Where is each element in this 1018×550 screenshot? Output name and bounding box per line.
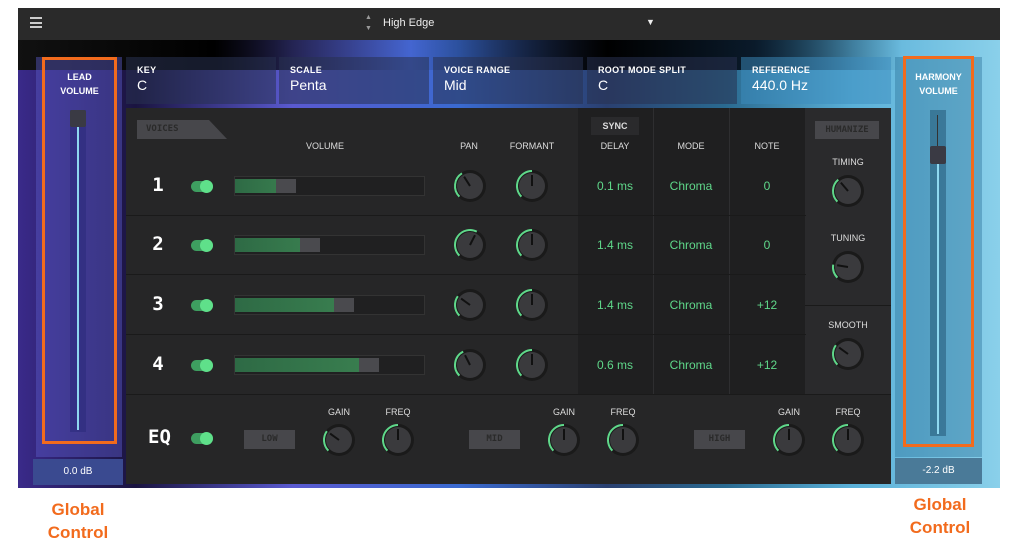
lead-volume-slider[interactable]: [70, 110, 86, 432]
eq-band-high-button[interactable]: HIGH: [694, 430, 745, 449]
delay-value[interactable]: 0.1 ms: [577, 179, 653, 193]
pan-knob[interactable]: [450, 285, 490, 325]
root-mode-split-value: C: [598, 77, 609, 93]
tuning-knob[interactable]: [828, 247, 868, 287]
eq-band-low-button[interactable]: LOW: [244, 430, 295, 449]
timing-label: TIMING: [832, 157, 864, 167]
global-control-annotation-left: Global Control: [47, 500, 109, 542]
pan-knob[interactable]: [450, 225, 490, 265]
scale-value: Penta: [290, 77, 327, 93]
voice-range-value: Mid: [444, 77, 467, 93]
mode-value[interactable]: Chroma: [653, 179, 729, 193]
eq-freq-knob[interactable]: [828, 420, 868, 460]
delay-value[interactable]: 1.4 ms: [577, 238, 653, 252]
volume-header: VOLUME: [305, 141, 344, 151]
tuning-label: TUNING: [830, 233, 866, 243]
voice-toggle[interactable]: [191, 239, 213, 252]
lead-volume-value[interactable]: 0.0 dB: [33, 459, 123, 485]
lead-volume-label: LEAD VOLUME: [60, 72, 99, 96]
voice-toggle[interactable]: [191, 359, 213, 372]
slider-handle[interactable]: [70, 110, 86, 127]
slider-handle[interactable]: [930, 146, 946, 164]
eq-gain-knob[interactable]: [544, 420, 584, 460]
eq-toggle[interactable]: [191, 432, 213, 445]
voice-volume-slider[interactable]: [234, 355, 425, 375]
note-value[interactable]: 0: [729, 238, 805, 252]
root-mode-split-label: ROOT MODE SPLIT: [598, 65, 687, 75]
mode-header: MODE: [677, 141, 705, 151]
delay-value[interactable]: 0.6 ms: [577, 358, 653, 372]
freq-label: FREQ: [835, 407, 861, 417]
voice-toggle[interactable]: [191, 299, 213, 312]
formant-knob[interactable]: [512, 285, 552, 325]
voice-range-label: VOICE RANGE: [444, 65, 511, 75]
eq-freq-knob[interactable]: [378, 420, 418, 460]
reference-label: REFERENCE: [752, 65, 811, 75]
eq-label: EQ: [148, 426, 171, 448]
voice-number: 1: [152, 174, 164, 196]
delay-value[interactable]: 1.4 ms: [577, 298, 653, 312]
freq-label: FREQ: [610, 407, 636, 417]
humanize-button[interactable]: HUMANIZE: [815, 121, 879, 139]
eq-gain-knob[interactable]: [769, 420, 809, 460]
formant-header: FORMANT: [509, 141, 555, 151]
voice-range-card[interactable]: VOICE RANGE Mid: [433, 57, 583, 104]
scale-label: SCALE: [290, 65, 323, 75]
reference-value: 440.0 Hz: [752, 77, 809, 93]
voice-number: 3: [152, 293, 164, 315]
preset-dropdown-icon[interactable]: ▼: [646, 17, 655, 27]
freq-label: FREQ: [385, 407, 411, 417]
eq-gain-knob[interactable]: [319, 420, 359, 460]
harmony-volume-slider[interactable]: [930, 110, 946, 436]
formant-knob[interactable]: [512, 345, 552, 385]
key-card[interactable]: KEY C: [126, 57, 276, 104]
key-label: KEY: [137, 65, 157, 75]
note-value[interactable]: +12: [729, 298, 805, 312]
preset-name[interactable]: High Edge: [383, 17, 434, 29]
voice-number: 4: [152, 353, 164, 375]
voice-toggle[interactable]: [191, 180, 213, 193]
harmony-volume-label: HARMONY VOLUME: [915, 72, 962, 96]
global-control-annotation-right: Global Control: [909, 495, 971, 537]
mode-value[interactable]: Chroma: [653, 358, 729, 372]
eq-freq-knob[interactable]: [603, 420, 643, 460]
voice-volume-slider[interactable]: [234, 295, 425, 315]
mode-value[interactable]: Chroma: [653, 298, 729, 312]
pan-knob[interactable]: [450, 345, 490, 385]
formant-knob[interactable]: [512, 166, 552, 206]
voice-volume-slider[interactable]: [234, 235, 425, 255]
sync-button[interactable]: SYNC: [591, 117, 639, 135]
smooth-label: SMOOTH: [828, 320, 868, 330]
preset-stepper-icon[interactable]: ▲ ▼: [365, 12, 372, 34]
key-value: C: [137, 77, 148, 93]
note-header: NOTE: [754, 141, 780, 151]
root-mode-split-card[interactable]: ROOT MODE SPLIT C: [587, 57, 737, 104]
eq-band-mid-button[interactable]: MID: [469, 430, 520, 449]
formant-knob[interactable]: [512, 225, 552, 265]
hamburger-icon[interactable]: [30, 17, 42, 28]
harmony-volume-value[interactable]: -2.2 dB: [895, 458, 982, 484]
note-value[interactable]: 0: [729, 179, 805, 193]
note-value[interactable]: +12: [729, 358, 805, 372]
smooth-knob[interactable]: [828, 334, 868, 374]
mode-value[interactable]: Chroma: [653, 238, 729, 252]
voice-number: 2: [152, 233, 164, 255]
top-bar: ▲ ▼ High Edge ▼: [18, 8, 1000, 40]
delay-header: DELAY: [600, 141, 630, 151]
voice-volume-slider[interactable]: [234, 176, 425, 196]
scale-card[interactable]: SCALE Penta: [279, 57, 429, 104]
pan-knob[interactable]: [450, 166, 490, 206]
timing-knob[interactable]: [828, 171, 868, 211]
reference-card[interactable]: REFERENCE 440.0 Hz: [741, 57, 891, 104]
